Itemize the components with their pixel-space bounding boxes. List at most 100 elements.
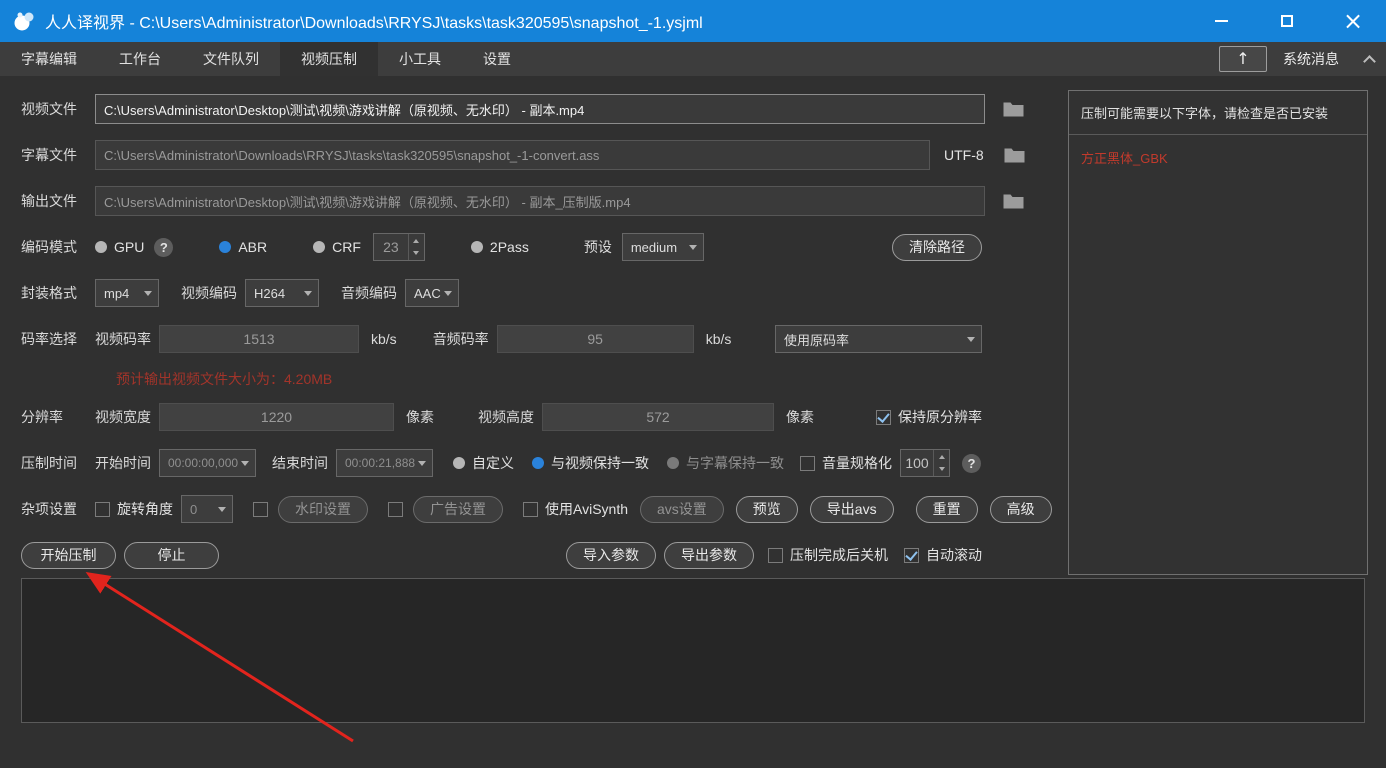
start-time-combo[interactable]: 00:00:00,000 (159, 449, 256, 477)
radio-abr-dot[interactable] (219, 241, 231, 253)
preview-button[interactable]: 预览 (736, 496, 798, 523)
video-file-browse-button[interactable] (1003, 101, 1024, 117)
subtitle-file-input[interactable]: C:\Users\Administrator\Downloads\RRYSJ\t… (95, 140, 930, 170)
radio-crf-dot[interactable] (313, 241, 325, 253)
spin-up-icon[interactable] (409, 234, 424, 247)
tab-settings[interactable]: 设置 (462, 42, 532, 76)
audio-bitrate-unit: kb/s (706, 331, 732, 347)
resolution-row: 分辨率 视频宽度 1220 像素 视频高度 572 像素 保持原分辨率 (21, 402, 982, 432)
radio-abr[interactable]: ABR (219, 239, 267, 255)
radio-custom-time[interactable]: 自定义 (453, 453, 514, 473)
tab-video-compress[interactable]: 视频压制 (280, 42, 378, 76)
keep-resolution-checkbox[interactable] (876, 410, 891, 425)
rotation-checkbox[interactable] (95, 502, 110, 517)
export-params-button[interactable]: 导出参数 (664, 542, 754, 569)
close-icon (1343, 9, 1363, 33)
volume-normalize-label: 音量规格化 (822, 453, 892, 473)
radio-match-subtitle-dot[interactable] (667, 457, 679, 469)
avisynth-checkbox[interactable] (523, 502, 538, 517)
radio-match-video-label: 与视频保持一致 (551, 453, 649, 473)
app-logo-icon (12, 9, 36, 33)
end-time-combo[interactable]: 00:00:21,888 (336, 449, 433, 477)
watermark-checkbox[interactable] (253, 502, 268, 517)
radio-crf[interactable]: CRF (313, 239, 361, 255)
tab-file-queue[interactable]: 文件队列 (182, 42, 280, 76)
stop-button[interactable]: 停止 (124, 542, 219, 569)
subtitle-file-browse-button[interactable] (1004, 147, 1025, 163)
preset-select[interactable]: medium (622, 233, 704, 261)
spin-up-icon[interactable] (934, 450, 949, 463)
encoding-mode-row: 编码模式 GPU ABR CRF 23 2Pass 预设 medium (21, 232, 982, 262)
compress-time-row: 压制时间 开始时间 00:00:00,000 结束时间 00:00:21,888… (21, 448, 982, 478)
output-file-label: 输出文件 (21, 191, 95, 211)
bitrate-mode-select[interactable]: 使用原码率 (775, 325, 982, 353)
collapse-chevron-icon[interactable] (1363, 55, 1376, 68)
ad-checkbox[interactable] (388, 502, 403, 517)
required-font-item: 方正黑体_GBK (1069, 135, 1367, 180)
import-params-button[interactable]: 导入参数 (566, 542, 656, 569)
volume-normalize-checkbox[interactable] (800, 456, 815, 471)
video-file-input[interactable]: C:\Users\Administrator\Desktop\测试\视频\游戏讲… (95, 94, 985, 124)
output-file-input[interactable]: C:\Users\Administrator\Desktop\测试\视频\游戏讲… (95, 186, 985, 216)
ad-settings-button[interactable]: 广告设置 (413, 496, 503, 523)
shutdown-label: 压制完成后关机 (790, 545, 888, 565)
system-message-link[interactable]: 系统消息 (1283, 49, 1339, 69)
minimize-button[interactable] (1188, 0, 1254, 42)
autoscroll-label: 自动滚动 (926, 545, 982, 565)
radio-custom-dot[interactable] (453, 457, 465, 469)
close-button[interactable] (1320, 0, 1386, 42)
gpu-help-icon[interactable] (154, 238, 173, 257)
bitrate-mode-value: 使用原码率 (784, 330, 849, 349)
output-file-browse-button[interactable] (1003, 193, 1024, 209)
radio-2pass[interactable]: 2Pass (471, 239, 529, 255)
estimated-size-text: 预计输出视频文件大小为：4.20MB (116, 369, 332, 389)
radio-match-subtitle[interactable]: 与字幕保持一致 (667, 453, 784, 473)
resolution-label: 分辨率 (21, 407, 95, 427)
video-codec-select[interactable]: H264 (245, 279, 319, 307)
crf-value-spinner[interactable]: 23 (373, 233, 425, 261)
start-compress-button[interactable]: 开始压制 (21, 542, 116, 569)
shutdown-checkbox[interactable] (768, 548, 783, 563)
radio-custom-label: 自定义 (472, 453, 514, 473)
volume-spinner[interactable]: 100 (900, 449, 950, 477)
watermark-settings-button[interactable]: 水印设置 (278, 496, 368, 523)
encoding-mode-label: 编码模式 (21, 237, 95, 257)
spin-down-icon[interactable] (934, 463, 949, 476)
upload-arrow-button[interactable] (1219, 46, 1267, 72)
clear-path-button[interactable]: 清除路径 (892, 234, 982, 261)
radio-2pass-dot[interactable] (471, 241, 483, 253)
radio-match-video[interactable]: 与视频保持一致 (532, 453, 649, 473)
container-format-select[interactable]: mp4 (95, 279, 159, 307)
tab-subtitle-edit[interactable]: 字幕编辑 (0, 42, 98, 76)
log-output-area[interactable] (21, 578, 1365, 723)
rotation-select[interactable]: 0 (181, 495, 233, 523)
volume-value: 100 (901, 450, 933, 476)
subtitle-encoding-label: UTF-8 (944, 147, 984, 163)
radio-gpu[interactable]: GPU (95, 239, 144, 255)
radio-match-video-dot[interactable] (532, 457, 544, 469)
video-height-input[interactable]: 572 (542, 403, 774, 431)
container-format-row: 封装格式 mp4 视频编码 H264 音频编码 AAC (21, 278, 982, 308)
tab-tools[interactable]: 小工具 (378, 42, 462, 76)
tab-workbench[interactable]: 工作台 (98, 42, 182, 76)
bitrate-label: 码率选择 (21, 329, 95, 349)
video-width-input[interactable]: 1220 (159, 403, 394, 431)
titlebar: 人人译视界 - C:\Users\Administrator\Downloads… (0, 0, 1386, 42)
audio-codec-label: 音频编码 (341, 283, 397, 303)
reset-button[interactable]: 重置 (916, 496, 978, 523)
advanced-button[interactable]: 高级 (990, 496, 1052, 523)
export-avs-button[interactable]: 导出avs (810, 496, 894, 523)
spin-down-icon[interactable] (409, 247, 424, 260)
preset-label: 预设 (584, 237, 612, 257)
radio-abr-label: ABR (238, 239, 267, 255)
video-bitrate-input[interactable]: 1513 (159, 325, 359, 353)
audio-codec-select[interactable]: AAC (405, 279, 459, 307)
volume-help-icon[interactable] (962, 454, 981, 473)
maximize-button[interactable] (1254, 0, 1320, 42)
compress-time-label: 压制时间 (21, 453, 95, 473)
misc-settings-row: 杂项设置 旋转角度 0 水印设置 广告设置 使用AviSynth avs设置 预… (21, 494, 982, 524)
audio-bitrate-input[interactable]: 95 (497, 325, 694, 353)
autoscroll-checkbox[interactable] (904, 548, 919, 563)
radio-gpu-dot[interactable] (95, 241, 107, 253)
avs-settings-button[interactable]: avs设置 (640, 496, 724, 523)
